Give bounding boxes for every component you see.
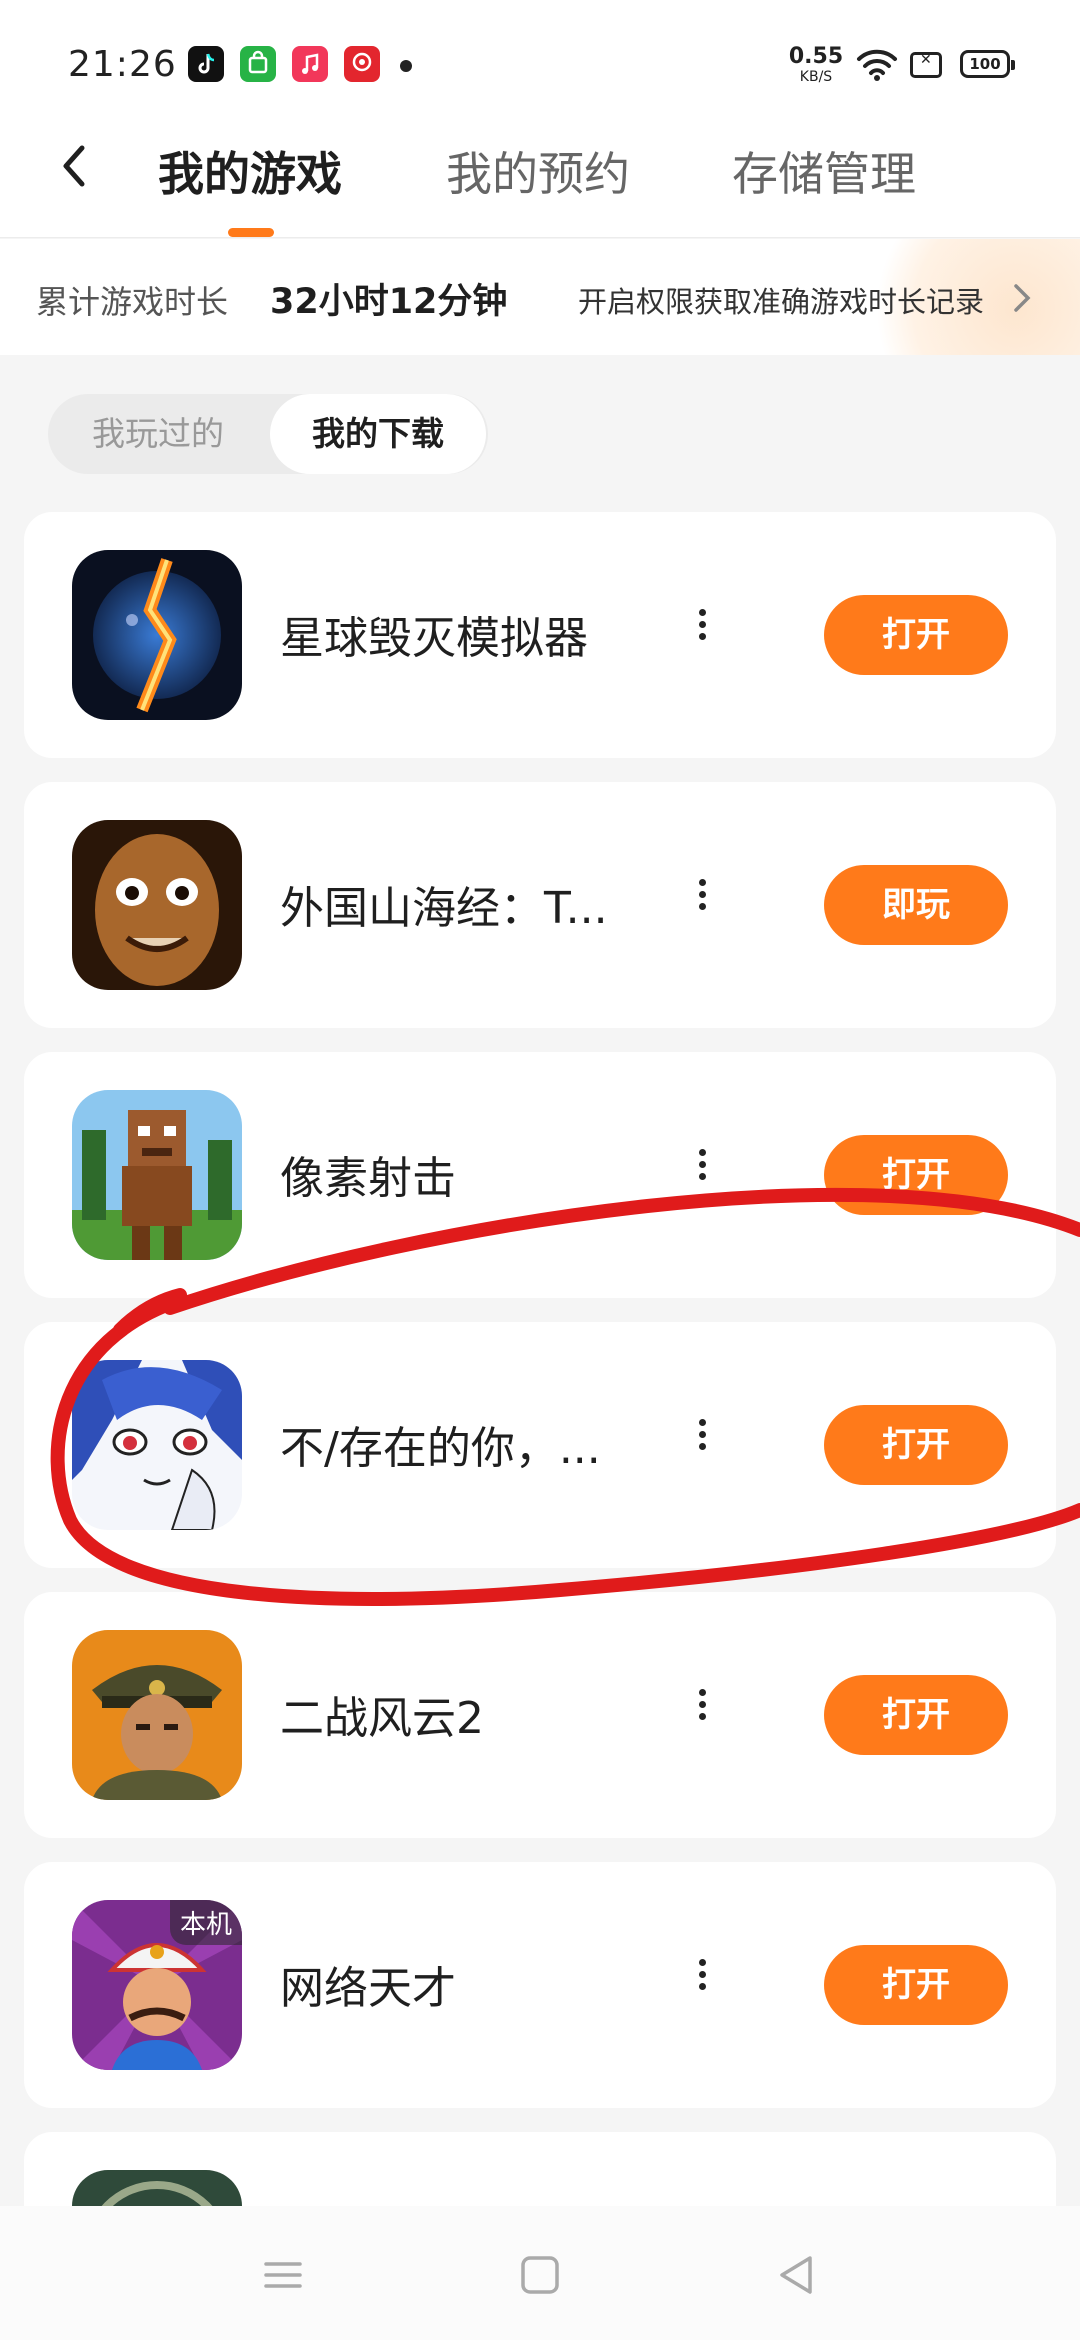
open-button[interactable]: 打开 [824,595,1008,675]
game-card[interactable]: 本机 网络天才 打开 [24,1862,1056,2108]
segment-played[interactable]: 我玩过的 [48,394,268,474]
more-options-icon[interactable] [692,1684,712,1746]
more-options-icon[interactable] [692,1414,712,1476]
back-triangle-icon[interactable] [772,2250,822,2300]
status-time: 21:26 [68,44,177,85]
enable-permission-link[interactable]: 开启权限获取准确游戏时长记录 [578,279,984,321]
open-button[interactable]: 打开 [824,1405,1008,1485]
network-speed-value: 0.55 [788,44,844,69]
open-button[interactable]: 打开 [824,1675,1008,1755]
festival-notification-icon [344,46,380,82]
open-button[interactable]: 打开 [824,1135,1008,1215]
soldier-icon [72,1630,242,1800]
shopping-notification-icon [240,46,276,82]
game-card[interactable]: 像素射击 打开 [24,1052,1056,1298]
system-navigation-bar [0,2206,1080,2340]
home-icon[interactable] [515,2250,565,2300]
game-card[interactable]: 二战风云2 打开 [24,1592,1056,1838]
tiktok-notification-icon [188,46,224,82]
play-time-banner: 累计游戏时长 32小时12分钟 开启权限获取准确游戏时长记录 [0,239,1080,355]
open-button[interactable]: 打开 [824,1945,1008,2025]
game-name: 外国山海经：T... [280,883,608,934]
game-name: 星球毁灭模拟器 [280,613,588,664]
segment-downloaded[interactable]: 我的下载 [270,394,486,474]
face-icon [72,820,242,990]
chevron-right-icon[interactable] [1010,281,1034,319]
more-options-icon[interactable] [692,1144,712,1206]
tab-my-games[interactable]: 我的游戏 [158,138,342,204]
more-options-icon[interactable] [692,874,712,936]
planet-icon [72,550,242,720]
game-name: 二战风云2 [280,1693,484,1744]
wifi-icon [856,46,898,86]
back-arrow-icon[interactable] [50,136,110,196]
recent-apps-icon[interactable] [258,2250,308,2300]
more-notifications-dot [400,60,412,72]
network-speed-unit: KB/S [799,69,833,85]
genie-icon: 本机 [72,1900,242,2070]
tab-my-reservations[interactable]: 我的预约 [446,138,630,204]
top-tab-bar: 我的游戏 我的预约 存储管理 [0,110,1080,238]
status-bar: 21:26 0.55 KB/S 100 [0,0,1080,110]
download-filter-segment: 我玩过的 我的下载 [48,394,488,474]
more-options-icon[interactable] [692,1954,712,2016]
network-speed: 0.55 KB/S [786,44,846,85]
active-tab-indicator [228,228,274,237]
tab-storage-management[interactable]: 存储管理 [732,138,916,204]
game-name: 不/存在的你，... [280,1423,601,1474]
instant-play-button[interactable]: 即玩 [824,865,1008,945]
game-name: 像素射击 [280,1153,456,1204]
music-notification-icon [292,46,328,82]
game-card[interactable]: 外国山海经：T... 即玩 [24,782,1056,1028]
no-sim-icon [910,52,942,78]
more-options-icon[interactable] [692,604,712,666]
game-name: 网络天才 [280,1963,456,2014]
local-badge: 本机 [169,1900,242,1945]
pixel-character-icon [72,1090,242,1260]
game-card[interactable]: 星球毁灭模拟器 打开 [24,512,1056,758]
play-time-label: 累计游戏时长 [36,283,229,321]
play-time-value: 32小时12分钟 [270,282,508,322]
game-card[interactable]: 不/存在的你，... 打开 [24,1322,1056,1568]
anime-girl-icon [72,1360,242,1530]
battery-icon: 100 [960,50,1015,78]
